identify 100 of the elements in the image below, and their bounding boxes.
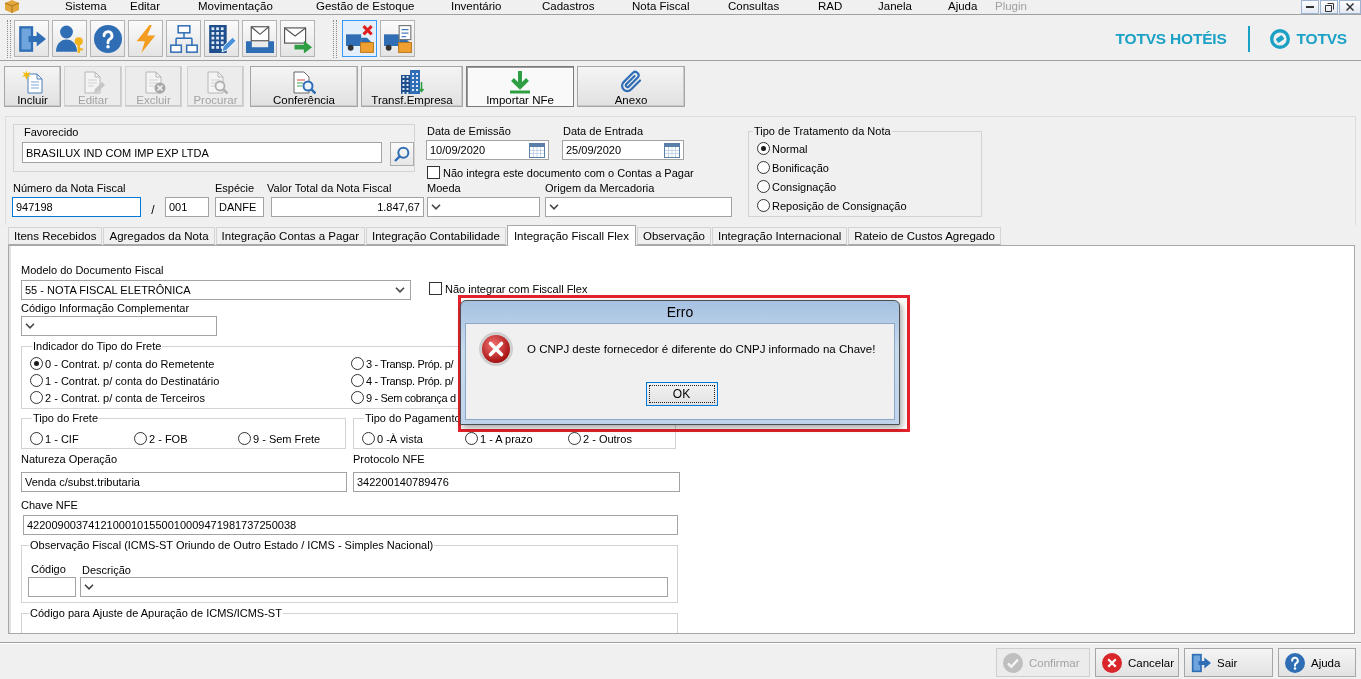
radio-button[interactable] <box>30 357 43 370</box>
text-field[interactable]: 342200140789476 <box>353 472 680 492</box>
radio-button[interactable] <box>757 199 770 212</box>
text-field[interactable]: 1.847,67 <box>271 197 424 217</box>
date-field[interactable]: 10/09/2020 <box>426 140 549 160</box>
tab[interactable]: Agregados da Nota <box>103 227 215 245</box>
text-field[interactable]: DANFE <box>215 197 264 217</box>
text-field[interactable]: 42200900374121000101550010009471981737250038 <box>23 515 678 535</box>
checkbox-label: Não integrar com Fiscall Flex <box>445 282 588 295</box>
toolbar-button[interactable] <box>52 20 87 57</box>
checkbox[interactable] <box>427 166 440 179</box>
calendar-icon <box>664 142 680 158</box>
action-button[interactable]: Anexo <box>577 66 685 107</box>
menu-item[interactable]: Janela <box>878 0 912 12</box>
dropdown-field[interactable] <box>427 197 540 217</box>
text-field[interactable]: 001 <box>165 197 209 217</box>
menu-item[interactable]: Gestão de Estoque <box>316 0 415 12</box>
close-button[interactable] <box>1339 0 1361 14</box>
action-button[interactable]: Importar NFe <box>466 66 574 107</box>
exit-door-icon <box>1191 652 1211 673</box>
radio-button[interactable] <box>568 432 581 445</box>
menu-item[interactable]: Ajuda <box>948 0 978 12</box>
toolbar-button[interactable] <box>14 20 49 57</box>
radio-label: Consignação <box>772 180 837 193</box>
radio-button[interactable] <box>134 432 147 445</box>
toolbar-button[interactable] <box>280 20 315 57</box>
radio-button[interactable] <box>238 432 251 445</box>
footer-button[interactable]: Ajuda <box>1278 648 1356 677</box>
calendar-icon <box>529 142 545 158</box>
radio-button[interactable] <box>757 180 770 193</box>
dropdown-field[interactable] <box>21 316 217 336</box>
truck-cross-icon <box>345 24 374 53</box>
tab[interactable]: Itens Recebidos <box>8 227 103 245</box>
footer-button[interactable]: Sair <box>1184 648 1273 677</box>
dropdown-field[interactable] <box>80 577 668 597</box>
company-name: TOTVS <box>1296 29 1347 48</box>
toolbar-button[interactable] <box>166 20 201 57</box>
menu-item[interactable]: Consultas <box>728 0 780 12</box>
radio-button[interactable] <box>30 374 43 387</box>
restore-button[interactable] <box>1320 0 1338 14</box>
tab[interactable]: Observação <box>636 227 711 245</box>
menu-item[interactable]: Editar <box>130 0 161 12</box>
dropdown-field[interactable]: 55 - NOTA FISCAL ELETRÔNICA <box>21 280 411 300</box>
menu-item[interactable]: Cadastros <box>542 0 595 12</box>
menu-item[interactable]: Inventário <box>451 0 502 12</box>
tab[interactable]: Integração Contas a Pagar <box>215 227 366 245</box>
toolbar-button[interactable] <box>204 20 239 57</box>
ok-button[interactable]: OK <box>645 382 718 406</box>
help-icon <box>93 24 122 53</box>
field-label: Chave NFE <box>21 499 78 511</box>
toolbar-button[interactable] <box>342 20 377 57</box>
toolbar-button[interactable] <box>380 20 415 57</box>
tab[interactable]: Integração Internacional <box>711 227 848 245</box>
radio-button[interactable] <box>351 374 364 387</box>
tab[interactable]: Rateio de Custos Agregado <box>848 227 1001 245</box>
date-field[interactable]: 25/09/2020 <box>562 140 684 160</box>
help-icon <box>1285 652 1305 673</box>
text-field[interactable]: 947198 <box>12 197 141 217</box>
envelope-tray-icon <box>245 24 274 53</box>
field-label: Modelo do Documento Fiscal <box>21 264 164 276</box>
group-title: Tipo de Tratamento da Nota <box>753 125 892 137</box>
chevron-down-icon <box>549 204 559 210</box>
building-pencil-icon <box>207 24 236 53</box>
menu-item[interactable]: Movimentação <box>198 0 273 12</box>
radio-button[interactable] <box>757 142 770 155</box>
search-button[interactable] <box>390 142 414 166</box>
chevron-down-icon <box>395 287 405 293</box>
chevron-down-icon <box>84 584 94 590</box>
menu-item[interactable]: Nota Fiscal <box>632 0 690 12</box>
text-field[interactable]: Venda c/subst.tributaria <box>21 472 347 492</box>
tab[interactable]: Integração Fiscall Flex <box>506 225 636 246</box>
radio-button[interactable] <box>351 357 364 370</box>
restore-icon <box>1324 2 1334 12</box>
close-icon <box>1346 3 1354 11</box>
action-button[interactable]: Transf.Empresa <box>361 66 463 107</box>
radio-button[interactable] <box>362 432 375 445</box>
radio-label: 4 - Transp. Próp. p/ <box>366 374 454 387</box>
exit-door-icon <box>17 24 46 53</box>
toolbar-button[interactable] <box>90 20 125 57</box>
action-button[interactable]: Incluir <box>4 66 61 107</box>
tab[interactable]: Integração Contabilidade <box>366 227 506 245</box>
text-field[interactable]: BRASILUX IND COM IMP EXP LTDA <box>22 142 382 163</box>
dropdown-field[interactable] <box>545 197 732 217</box>
radio-label: 9 - Sem cobrança d <box>366 391 456 404</box>
radio-button[interactable] <box>30 432 43 445</box>
radio-button[interactable] <box>757 161 770 174</box>
radio-button[interactable] <box>465 432 478 445</box>
minimize-button[interactable] <box>1301 0 1319 14</box>
menu-item[interactable]: Sistema <box>65 0 107 12</box>
radio-button[interactable] <box>30 391 43 404</box>
download-arrow-icon <box>508 70 532 94</box>
menu-item[interactable]: RAD <box>818 0 843 12</box>
radio-button[interactable] <box>351 391 364 404</box>
footer-button[interactable]: Cancelar <box>1095 648 1179 677</box>
text-field[interactable] <box>28 577 76 597</box>
checkbox-label: Não integra este documento com o Contas a Pagar <box>443 166 694 179</box>
checkbox[interactable] <box>429 282 442 295</box>
field-label: Protocolo NFE <box>353 453 425 465</box>
action-button[interactable]: Conferência <box>250 66 358 107</box>
toolbar-button[interactable] <box>242 20 277 57</box>
